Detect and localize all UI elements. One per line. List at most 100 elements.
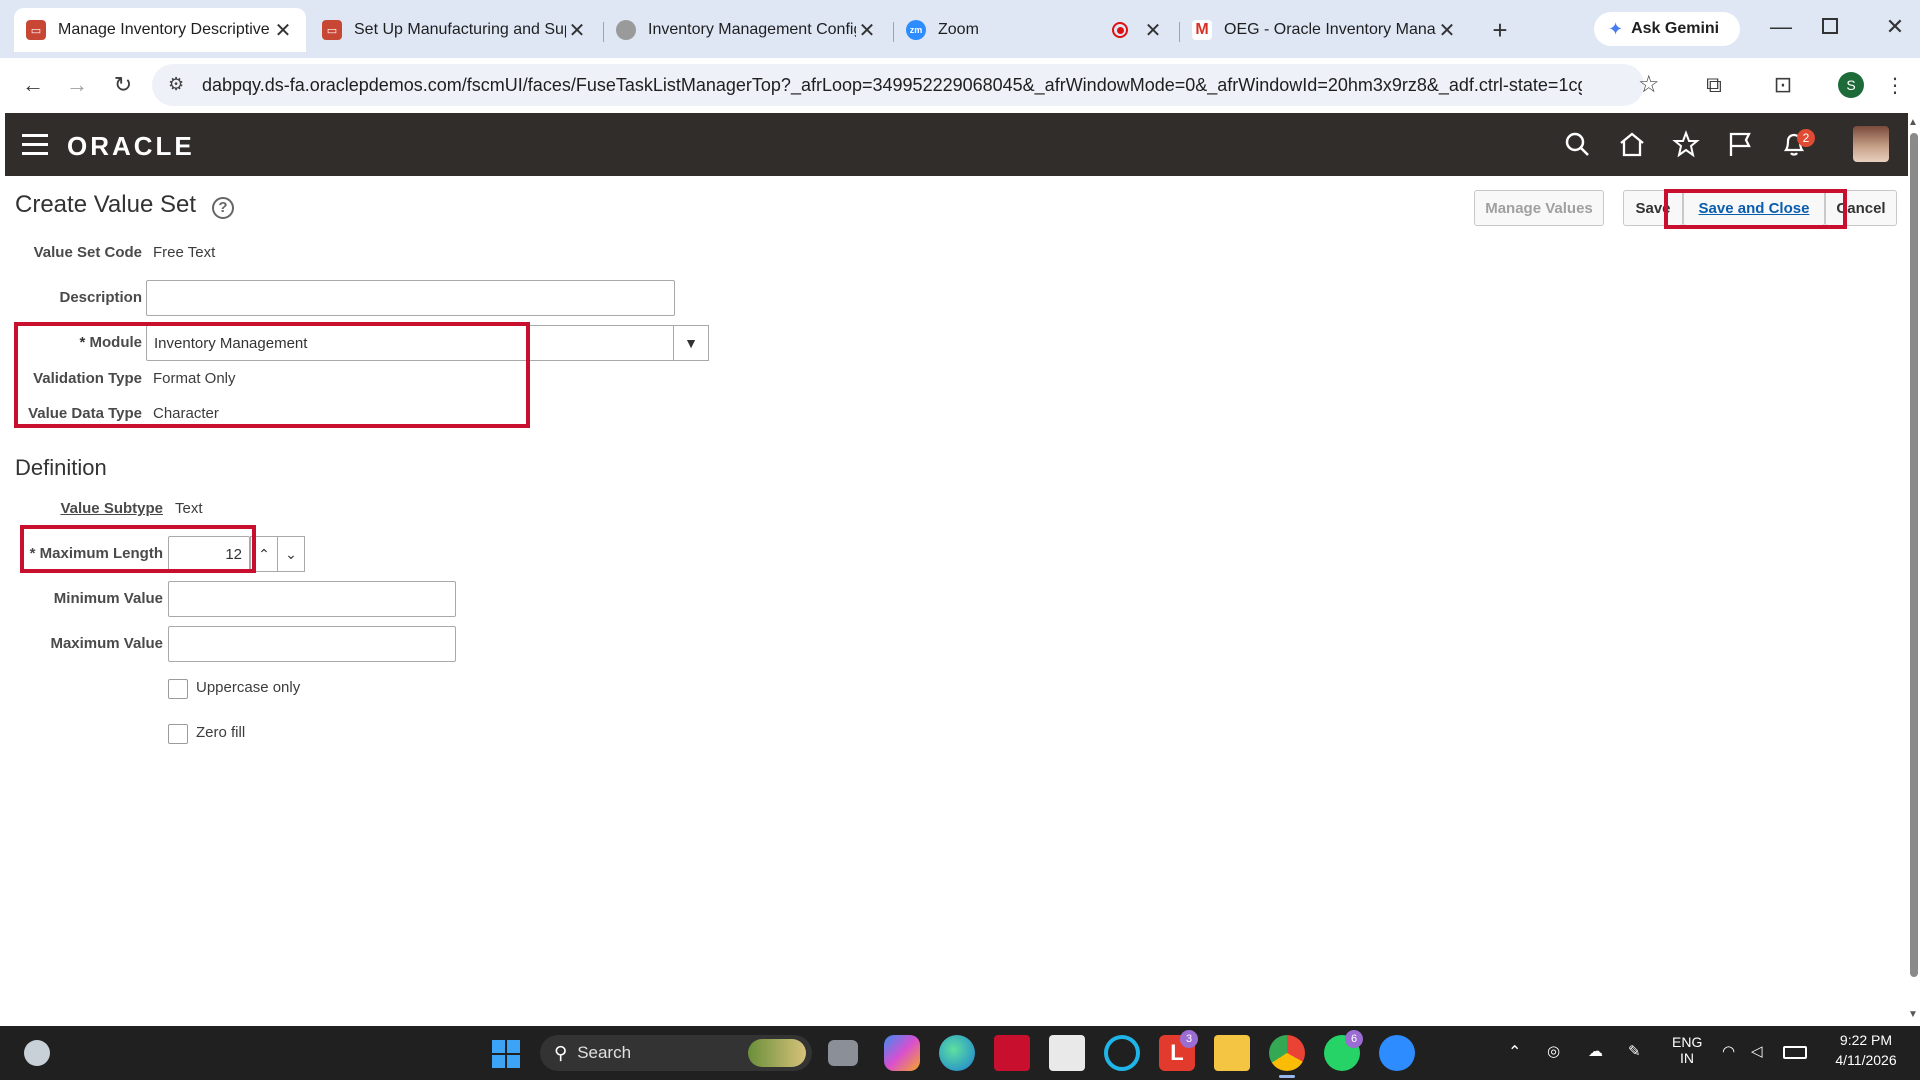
value-subtype-label: Value Subtype <box>60 500 163 517</box>
new-tab-button[interactable]: + <box>1484 14 1516 46</box>
active-app-indicator <box>1279 1075 1295 1078</box>
notification-count-badge: 2 <box>1797 129 1815 147</box>
microsoft-store-icon[interactable] <box>1049 1035 1085 1071</box>
wifi-icon[interactable]: ◠ <box>1722 1042 1735 1060</box>
tab-title: Manage Inventory Descriptive <box>58 21 270 38</box>
scroll-down-arrow-icon[interactable]: ▼ <box>1908 1009 1918 1020</box>
battery-icon[interactable] <box>1783 1046 1807 1059</box>
value-set-code-label: Value Set Code <box>33 244 142 261</box>
reload-icon[interactable]: ↻ <box>106 68 140 102</box>
page-scrollbar[interactable]: ▲ ▼ <box>1908 113 1920 1026</box>
taskbar-search-label: Search <box>577 1043 632 1062</box>
chevron-down-icon[interactable]: ▼ <box>673 325 709 361</box>
oracle-icon: ▭ <box>26 20 46 40</box>
bookmark-star-icon[interactable]: ☆ <box>1638 70 1660 99</box>
forward-arrow-icon[interactable]: → <box>60 68 94 102</box>
mcafee-icon[interactable] <box>994 1035 1030 1071</box>
maximum-value-label: Maximum Value <box>50 635 163 652</box>
close-tab-icon[interactable]: ✕ <box>856 18 878 43</box>
highlight-save-and-close <box>1664 189 1847 229</box>
tab-title: Set Up Manufacturing and Sup <box>354 21 566 38</box>
zoom-icon: zm <box>906 20 926 40</box>
profile-avatar[interactable]: S <box>1838 72 1864 98</box>
close-tab-icon[interactable]: ✕ <box>1142 18 1164 43</box>
close-tab-icon[interactable]: ✕ <box>1436 18 1458 43</box>
back-arrow-icon[interactable]: ← <box>16 68 50 102</box>
decrement-chevron-down-icon[interactable]: ⌄ <box>277 536 305 572</box>
tab-inventory-config[interactable]: Inventory Management Config ✕ <box>604 8 890 52</box>
create-value-set-page: Create Value Set ? Manage Values Save Sa… <box>5 176 1908 1026</box>
pen-input-icon[interactable]: ✎ <box>1628 1042 1641 1060</box>
search-icon[interactable] <box>1560 127 1594 161</box>
manage-values-button[interactable]: Manage Values <box>1474 190 1604 226</box>
task-view-icon[interactable] <box>828 1040 858 1066</box>
description-label: Description <box>59 289 142 306</box>
page-title: Create Value Set <box>15 191 196 218</box>
value-subtype-value: Text <box>175 500 203 517</box>
zero-fill-checkbox[interactable] <box>168 724 188 744</box>
highlight-module-group <box>14 322 530 428</box>
extensions-icon[interactable]: ⧉ <box>1697 68 1731 102</box>
scroll-up-arrow-icon[interactable]: ▲ <box>1908 117 1918 128</box>
favorites-star-icon[interactable] <box>1669 127 1703 161</box>
clock[interactable]: 9:22 PM 4/11/2026 <box>1828 1032 1904 1068</box>
minimum-value-label: Minimum Value <box>53 590 163 607</box>
user-avatar[interactable] <box>1853 126 1889 162</box>
value-set-code-value: Free Text <box>153 244 216 261</box>
whatsapp-badge: 6 <box>1345 1030 1363 1048</box>
maximum-value-input[interactable] <box>168 626 456 662</box>
description-input[interactable] <box>146 280 675 316</box>
help-icon[interactable]: ? <box>212 197 234 219</box>
oracle-logo[interactable]: ORACLE <box>67 131 195 162</box>
browser-tab-strip: ▭ Manage Inventory Descriptive ✕ ▭ Set U… <box>0 0 1920 58</box>
taskbar-search-box[interactable]: ⚲ Search <box>540 1035 812 1071</box>
close-window-icon[interactable]: ✕ <box>1880 14 1910 44</box>
search-icon: ⚲ <box>554 1042 568 1063</box>
app-l-badge: 3 <box>1180 1030 1198 1048</box>
oracle-global-header: ORACLE 2 <box>5 113 1908 176</box>
oracle-icon: ▭ <box>322 20 342 40</box>
windows-start-icon[interactable] <box>492 1040 520 1068</box>
zoom-app-icon[interactable] <box>1379 1035 1415 1071</box>
vpn-icon[interactable]: ◎ <box>1547 1042 1560 1060</box>
recording-icon <box>1112 22 1128 38</box>
ask-gemini-label: Ask Gemini <box>1631 20 1720 37</box>
tab-search-icon[interactable]: ⊡ <box>1766 68 1800 102</box>
tab-setup-manufacturing[interactable]: ▭ Set Up Manufacturing and Sup ✕ <box>310 8 600 52</box>
site-settings-icon[interactable]: ⚙ <box>168 74 184 95</box>
globe-icon <box>616 20 636 40</box>
tab-gmail-oeg[interactable]: M OEG - Oracle Inventory Manag ✕ <box>1180 8 1470 52</box>
file-explorer-icon[interactable] <box>1214 1035 1250 1071</box>
uppercase-only-checkbox[interactable] <box>168 679 188 699</box>
zero-fill-label: Zero fill <box>196 724 246 741</box>
search-highlight-image <box>748 1039 806 1067</box>
browser-toolbar: ← → ↻ ⚙ dabpqy.ds-fa.oraclepdemos.com/fs… <box>0 58 1920 113</box>
tab-manage-inventory[interactable]: ▭ Manage Inventory Descriptive ✕ <box>14 8 306 52</box>
hamburger-menu-icon[interactable] <box>22 134 48 155</box>
home-icon[interactable] <box>1615 127 1649 161</box>
weather-widget-icon[interactable] <box>24 1040 50 1066</box>
copilot-icon[interactable] <box>884 1035 920 1071</box>
language-indicator[interactable]: ENG IN <box>1672 1034 1702 1066</box>
more-menu-icon[interactable]: ⋮ <box>1878 68 1912 102</box>
url-text: dabpqy.ds-fa.oraclepdemos.com/fscmUI/fac… <box>202 75 1582 95</box>
chrome-icon[interactable] <box>1269 1035 1305 1071</box>
tab-zoom[interactable]: zm Zoom ✕ <box>894 8 1176 52</box>
onedrive-icon[interactable]: ☁ <box>1588 1042 1603 1060</box>
address-bar[interactable]: ⚙ dabpqy.ds-fa.oraclepdemos.com/fscmUI/f… <box>152 64 1660 106</box>
flag-icon[interactable] <box>1723 127 1757 161</box>
close-tab-icon[interactable]: ✕ <box>566 18 588 43</box>
close-tab-icon[interactable]: ✕ <box>272 18 294 43</box>
show-hidden-icons-chevron-icon[interactable]: ⌃ <box>1508 1042 1521 1062</box>
edge-browser-icon[interactable] <box>939 1035 975 1071</box>
uppercase-only-label: Uppercase only <box>196 679 301 696</box>
scrollbar-thumb[interactable] <box>1910 133 1918 977</box>
tab-title: OEG - Oracle Inventory Manag <box>1224 21 1436 38</box>
maximize-icon[interactable] <box>1822 18 1838 34</box>
volume-icon[interactable]: ◁ <box>1751 1042 1763 1060</box>
ask-gemini-button[interactable]: ✦ Ask Gemini <box>1594 12 1740 46</box>
highlight-maximum-length <box>20 525 256 573</box>
minimum-value-input[interactable] <box>168 581 456 617</box>
alexa-icon[interactable] <box>1104 1035 1140 1071</box>
minimize-icon[interactable]: — <box>1766 14 1796 44</box>
